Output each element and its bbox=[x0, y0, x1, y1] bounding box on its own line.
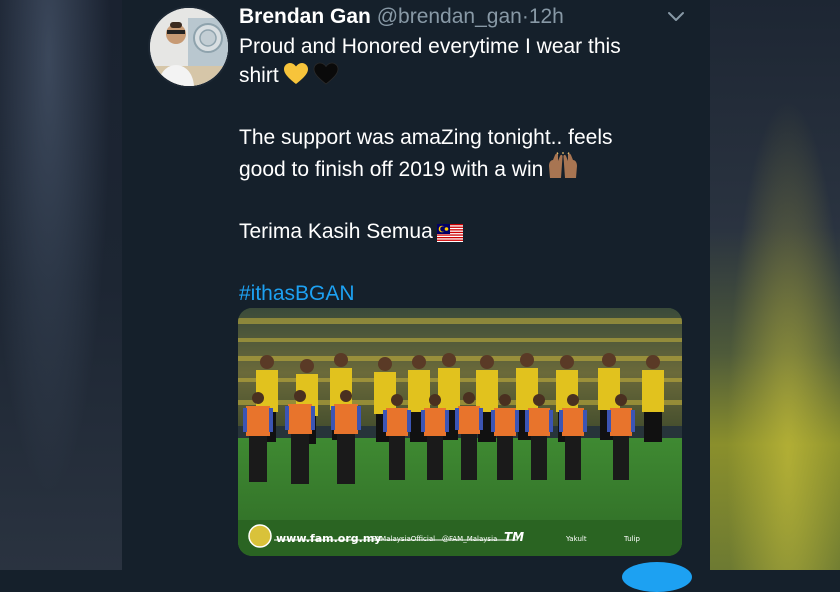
author-name[interactable]: Brendan Gan bbox=[239, 5, 371, 28]
tweet-line: Proud and Honored everytime I wear this bbox=[239, 35, 621, 58]
photo-watermark-website: www.fam.org.my bbox=[276, 532, 382, 545]
photo-watermark-twitter: @FAM_Malaysia bbox=[442, 535, 498, 543]
tweet-photo[interactable] bbox=[238, 308, 682, 556]
tweet-timestamp[interactable]: 12h bbox=[529, 5, 564, 28]
author-handle[interactable]: @brendan_gan bbox=[377, 5, 522, 28]
tweet-text: Proud and Honored everytime I wear this … bbox=[239, 32, 689, 308]
chevron-down-icon[interactable] bbox=[666, 6, 686, 26]
tweet-line: The support was amaZing tonight.. feels bbox=[239, 126, 613, 149]
tweet-header: Brendan Gan @brendan_gan·12h bbox=[239, 4, 564, 30]
compose-tweet-button[interactable] bbox=[622, 562, 692, 592]
tweet-line: good to finish off 2019 with a win bbox=[239, 152, 689, 188]
hashtag-link[interactable]: #ithasBGAN bbox=[239, 279, 689, 308]
header-separator: · bbox=[521, 5, 529, 28]
author-avatar[interactable] bbox=[148, 6, 230, 88]
photo-sponsor-yakult: Yakult bbox=[566, 535, 587, 543]
photo-watermark-facebook: FAMalaysiaOfficial bbox=[372, 535, 436, 543]
background-right-blur bbox=[710, 0, 840, 570]
black-heart-icon bbox=[313, 62, 339, 94]
yellow-heart-icon bbox=[283, 62, 309, 94]
raised-hands-icon bbox=[547, 152, 579, 188]
photo-sponsor-tm: TM bbox=[504, 530, 525, 544]
photo-sponsor-tulip: Tulip bbox=[624, 535, 640, 543]
tweet-line: shirt bbox=[239, 61, 689, 94]
background-left-blur bbox=[0, 0, 122, 570]
tweet-line: Terima Kasih Semua bbox=[239, 217, 689, 250]
malaysia-flag-icon bbox=[436, 221, 463, 250]
